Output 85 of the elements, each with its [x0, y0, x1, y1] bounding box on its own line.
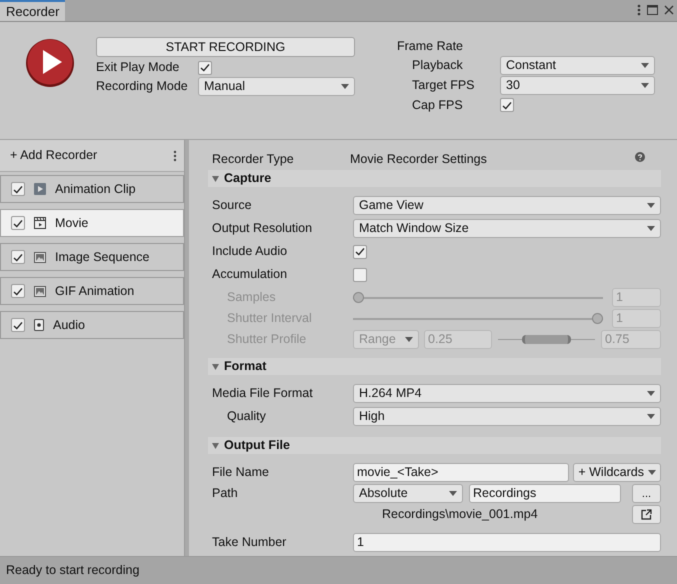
- dropdown-arrow-icon: [647, 414, 655, 419]
- field-label: Accumulation: [212, 266, 288, 283]
- dropdown[interactable]: High: [353, 407, 661, 426]
- section-label: Frame Rate: [397, 38, 464, 55]
- image-icon: [34, 286, 46, 296]
- input-field[interactable]: 1: [353, 533, 661, 552]
- recorder-name: Image Sequence: [55, 248, 150, 266]
- field-label: Shutter Interval: [226, 310, 313, 327]
- checkbox[interactable]: [353, 268, 367, 282]
- dropdown-arrow-icon: [647, 203, 655, 208]
- field-label: Cap FPS: [412, 96, 464, 114]
- dropdown-arrow-icon: [405, 337, 413, 342]
- open-folder-button[interactable]: [632, 505, 661, 524]
- dropdown[interactable]: Manual: [198, 77, 355, 96]
- checkbox[interactable]: [11, 250, 25, 264]
- help-icon[interactable]: [635, 152, 645, 162]
- recorder-list-item[interactable]: Movie: [0, 209, 184, 237]
- field-label: Recording Mode: [96, 78, 189, 96]
- audio-file-icon: [34, 319, 44, 331]
- field-label: Samples: [226, 289, 277, 306]
- recorder-name: GIF Animation: [55, 282, 134, 300]
- field-label: Path: [212, 485, 239, 502]
- record-play-icon[interactable]: [25, 38, 75, 88]
- recorder-name: Animation Clip: [55, 180, 136, 198]
- dropdown-arrow-icon: [641, 62, 649, 68]
- dropdown-arrow-icon: [449, 491, 457, 496]
- external-link-icon: [641, 509, 652, 520]
- recorder-list-item[interactable]: Audio: [0, 311, 184, 339]
- field-label: Quality: [226, 408, 267, 425]
- field-label: Playback: [412, 56, 464, 74]
- input-field[interactable]: movie_<Take>: [353, 463, 570, 482]
- field-label: Target FPS: [412, 76, 476, 94]
- dropdown[interactable]: 30: [500, 76, 655, 94]
- field-label: Exit Play Mode: [96, 59, 180, 76]
- section-header[interactable]: Capture: [208, 170, 661, 187]
- caret-icon: [212, 442, 219, 448]
- caret-icon: [212, 176, 219, 182]
- start-recording-button[interactable]: START RECORDING: [96, 37, 355, 57]
- dropdown-arrow-icon: [341, 84, 349, 89]
- caret-icon: [212, 364, 219, 370]
- field-label: Media File Format: [212, 385, 314, 402]
- clapperboard-icon: [34, 217, 46, 229]
- field-label: Source: [212, 197, 253, 214]
- dropdown-arrow-icon: [647, 226, 655, 231]
- field-label: File Name: [212, 464, 270, 481]
- checkbox[interactable]: [11, 318, 25, 332]
- checkbox[interactable]: [11, 216, 25, 230]
- field-label: Output Resolution: [212, 220, 314, 237]
- close-icon[interactable]: [664, 5, 674, 15]
- dropdown[interactable]: Absolute: [353, 484, 463, 503]
- section-header[interactable]: Format: [208, 358, 661, 375]
- status-text: Ready to start recording: [6, 562, 140, 580]
- wildcards-button[interactable]: + Wildcards: [573, 463, 661, 482]
- more-icon[interactable]: [637, 4, 641, 16]
- checkbox[interactable]: [500, 98, 514, 112]
- output-path-text: Recordings\movie_001.mp4: [382, 506, 538, 524]
- input-field[interactable]: Recordings: [469, 484, 621, 503]
- recorder-name: Movie: [55, 214, 88, 232]
- field-label: Take Number: [212, 534, 288, 551]
- checkbox[interactable]: [11, 284, 25, 298]
- recorder-list-item[interactable]: Animation Clip: [0, 175, 184, 203]
- field-label: Recorder Type: [211, 150, 295, 168]
- maximize-icon[interactable]: [647, 5, 658, 15]
- dropdown-arrow-icon: [641, 82, 649, 88]
- dropdown-arrow-icon: [648, 470, 656, 475]
- play-clip-icon: [34, 183, 46, 195]
- field-label: Include Audio: [212, 243, 288, 260]
- dropdown-arrow-icon: [647, 391, 655, 396]
- image-icon: [34, 252, 46, 262]
- checkbox[interactable]: [198, 60, 212, 74]
- recorder-list-item[interactable]: GIF Animation: [0, 277, 184, 305]
- more-icon[interactable]: [173, 150, 177, 162]
- section-header[interactable]: Output File: [208, 437, 661, 454]
- field-value: Movie Recorder Settings: [350, 150, 487, 168]
- dropdown[interactable]: Game View: [353, 196, 661, 215]
- dropdown[interactable]: H.264 MP4: [353, 384, 661, 403]
- recorder-list-item[interactable]: Image Sequence: [0, 243, 184, 271]
- dropdown[interactable]: Constant: [500, 56, 655, 74]
- checkbox[interactable]: [11, 182, 25, 196]
- window-tab[interactable]: Recorder: [0, 0, 66, 21]
- field-label: Shutter Profile: [226, 331, 308, 348]
- recorder-name: Audio: [53, 316, 85, 334]
- dropdown[interactable]: Match Window Size: [353, 219, 661, 238]
- checkbox[interactable]: [353, 244, 367, 258]
- browse-button[interactable]: ...: [632, 484, 661, 503]
